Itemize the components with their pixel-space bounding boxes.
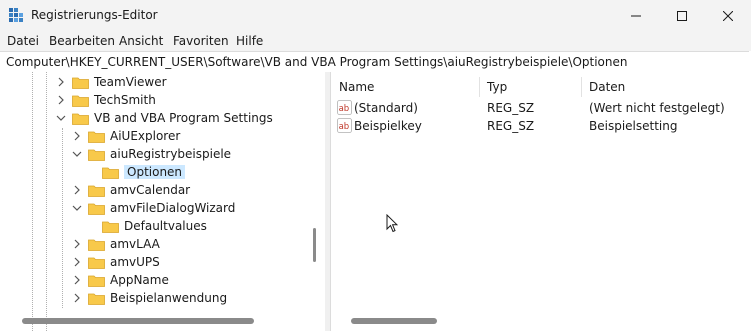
folder-icon — [88, 293, 105, 305]
column-header-type[interactable]: Typ — [487, 80, 507, 94]
chevron-right-icon[interactable] — [72, 275, 82, 285]
tree-item-label: AppName — [110, 273, 169, 287]
value-data: (Wert nicht festgelegt) — [589, 101, 725, 115]
tree-guide-line — [46, 72, 47, 331]
column-header-data[interactable]: Daten — [589, 80, 625, 94]
title-bar: Registrierungs-Editor — [0, 0, 751, 31]
tree-item-label: aiuRegistrybeispiele — [110, 147, 232, 161]
folder-icon — [88, 257, 105, 269]
mouse-cursor-icon — [386, 214, 398, 233]
folder-icon — [88, 239, 105, 251]
column-divider[interactable] — [581, 77, 582, 97]
maximize-button[interactable] — [659, 0, 705, 31]
folder-open-icon — [88, 203, 105, 215]
tree-item-label: amvUPS — [110, 255, 160, 269]
menu-bar: Datei Bearbeiten Ansicht Favoriten Hilfe — [0, 31, 751, 51]
folder-icon — [88, 131, 105, 143]
value-row[interactable]: ab Beispielkey REG_SZ Beispielsetting — [331, 117, 751, 135]
chevron-down-icon[interactable] — [56, 113, 66, 123]
tree-pane[interactable]: TeamViewer TechSmith VB and VBA Program … — [0, 72, 326, 331]
tree-item-label: amvLAA — [110, 237, 160, 251]
chevron-right-icon[interactable] — [56, 95, 66, 105]
values-horizontal-scrollbar[interactable] — [351, 318, 437, 324]
chevron-down-icon[interactable] — [72, 149, 82, 159]
tree-item-label: VB and VBA Program Settings — [94, 111, 273, 125]
chevron-right-icon[interactable] — [72, 185, 82, 195]
tree-item-appname[interactable]: AppName — [72, 271, 169, 289]
value-row[interactable]: ab (Standard) REG_SZ (Wert nicht festgel… — [331, 99, 751, 117]
chevron-right-icon[interactable] — [72, 293, 82, 303]
menu-hilfe[interactable]: Hilfe — [236, 34, 263, 48]
value-data: Beispielsetting — [589, 119, 678, 133]
menu-favoriten[interactable]: Favoriten — [173, 34, 229, 48]
folder-icon — [72, 95, 89, 107]
svg-text:ab: ab — [339, 122, 350, 132]
tree-item-label: TeamViewer — [94, 75, 167, 89]
tree-guide-line — [62, 128, 63, 308]
registry-editor-icon — [9, 8, 23, 22]
folder-icon — [102, 221, 119, 233]
folder-icon — [102, 167, 119, 179]
value-name: (Standard) — [354, 101, 418, 115]
tree-item-label: TechSmith — [94, 93, 156, 107]
tree-item-label: Defaultvalues — [124, 219, 207, 233]
menu-ansicht[interactable]: Ansicht — [119, 34, 163, 48]
tree-item-label: Optionen — [124, 165, 186, 179]
folder-open-icon — [72, 113, 89, 125]
tree-item-label: amvFileDialogWizard — [110, 201, 236, 215]
address-bar[interactable]: Computer\HKEY_CURRENT_USER\Software\VB a… — [0, 51, 749, 73]
values-pane[interactable]: Name Typ Daten ab (Standard) REG_SZ (Wer… — [330, 72, 751, 331]
column-divider[interactable] — [479, 77, 480, 97]
chevron-down-icon[interactable] — [72, 203, 82, 213]
value-type: REG_SZ — [487, 101, 535, 115]
minimize-icon — [631, 15, 641, 16]
tree-item-amvcalendar[interactable]: amvCalendar — [72, 181, 190, 199]
folder-icon — [88, 275, 105, 287]
maximize-icon — [677, 10, 687, 21]
folder-icon — [88, 185, 105, 197]
address-path: Computer\HKEY_CURRENT_USER\Software\VB a… — [6, 55, 628, 69]
tree-item-optionen[interactable]: Optionen — [102, 163, 186, 181]
tree-item-aiuexplorer[interactable]: AiUExplorer — [72, 127, 180, 145]
tree-item-vb-and-vba-program-settings[interactable]: VB and VBA Program Settings — [56, 109, 273, 127]
tree-item-aiuregistrybeispiele[interactable]: aiuRegistrybeispiele — [72, 145, 231, 163]
chevron-right-icon[interactable] — [72, 257, 82, 267]
chevron-right-icon[interactable] — [72, 239, 82, 249]
folder-open-icon — [88, 149, 105, 161]
tree-item-amvups[interactable]: amvUPS — [72, 253, 160, 271]
window-title: Registrierungs-Editor — [31, 8, 158, 22]
svg-text:ab: ab — [339, 104, 350, 114]
chevron-right-icon[interactable] — [56, 77, 66, 87]
menu-bearbeiten[interactable]: Bearbeiten — [49, 34, 115, 48]
tree-horizontal-scrollbar[interactable] — [22, 318, 254, 324]
folder-icon — [72, 77, 89, 89]
tree-item-label: Beispielanwendung — [110, 291, 228, 305]
minimize-button[interactable] — [613, 0, 659, 31]
string-value-icon: ab — [337, 118, 352, 133]
tree-item-beispielanwendung[interactable]: Beispielanwendung — [72, 289, 227, 307]
value-type: REG_SZ — [487, 119, 535, 133]
tree-guide-line — [32, 72, 33, 331]
tree-item-amvlaa[interactable]: amvLAA — [72, 235, 160, 253]
tree-item-amvfiledialogwizard[interactable]: amvFileDialogWizard — [72, 199, 235, 217]
menu-datei[interactable]: Datei — [7, 34, 39, 48]
chevron-right-icon[interactable] — [72, 131, 82, 141]
tree-item-defaultvalues[interactable]: Defaultvalues — [102, 217, 207, 235]
tree-item-teamviewer[interactable]: TeamViewer — [56, 73, 167, 91]
tree-vertical-scrollbar[interactable] — [313, 228, 316, 262]
string-value-icon: ab — [337, 100, 352, 115]
value-name: Beispielkey — [354, 119, 422, 133]
tree-item-techsmith[interactable]: TechSmith — [56, 91, 156, 109]
column-header-name[interactable]: Name — [339, 80, 374, 94]
close-button[interactable] — [705, 0, 751, 31]
close-icon — [723, 10, 733, 21]
tree-item-label: amvCalendar — [110, 183, 191, 197]
tree-item-label: AiUExplorer — [110, 129, 181, 143]
